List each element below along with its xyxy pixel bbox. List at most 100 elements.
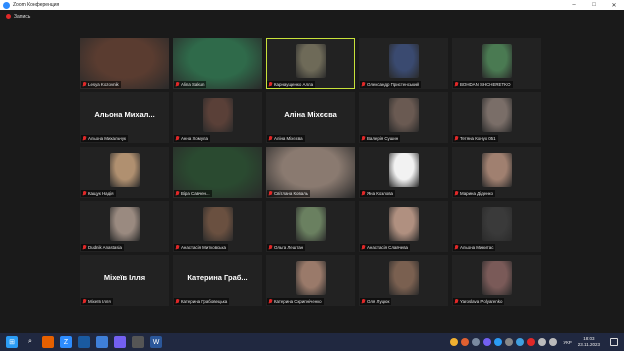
participant-video [481, 98, 512, 133]
tray-icon[interactable] [494, 338, 503, 346]
volume-icon[interactable] [549, 338, 558, 346]
participant-tile[interactable]: Alina Sakun [173, 38, 262, 89]
tray-icon[interactable] [483, 338, 492, 346]
mic-muted-icon [362, 82, 365, 87]
participant-name-bar: Оля Луцюк [360, 298, 392, 305]
app-icon[interactable] [132, 336, 144, 348]
participant-tile[interactable]: Аліна Міхєєва Аліна Міхєєва [266, 92, 355, 144]
participant-tile[interactable]: Альона Михал... Альона Михальчук [80, 92, 169, 144]
notification-icon[interactable] [610, 338, 618, 346]
mic-muted-icon [176, 82, 179, 87]
participant-tile[interactable]: Катерина Скрипніченко [266, 255, 355, 306]
participant-name-bar: Lesya Kozovnik [81, 81, 121, 88]
participant-tile[interactable]: Yaroslava Polyarenko [452, 255, 541, 306]
maximize-icon[interactable]: □ [584, 0, 604, 10]
mic-muted-icon [455, 244, 458, 250]
meeting-toolbar: Запись [0, 10, 624, 23]
app-icon[interactable] [96, 336, 108, 348]
participant-name: Яна Козлова [367, 190, 393, 196]
zoom-icon[interactable]: Z [60, 336, 72, 348]
participant-name: Катерина Грабовецька [181, 299, 228, 304]
tray-icon[interactable] [472, 338, 481, 346]
participant-video [481, 44, 512, 78]
mic-muted-icon [362, 190, 365, 196]
participant-name: Кащук Надія [88, 190, 114, 196]
participant-tile[interactable]: Міхеїв Ілля Міхеїв Ілля [80, 255, 169, 306]
recording-label: Запись [14, 13, 31, 20]
participant-name: Валерія Сушин [367, 136, 399, 142]
participant-name-bar: Alina Sakun [174, 81, 207, 88]
participant-display-name: Катерина Граб... [187, 273, 248, 282]
tray-icon[interactable] [450, 338, 459, 346]
participant-tile[interactable]: Анастасія Митковська [173, 200, 262, 252]
participant-tile[interactable]: Тетяна Конух 051 [452, 92, 541, 144]
minimize-icon[interactable]: – [564, 0, 584, 10]
participant-tile[interactable]: Альона Микитас [452, 200, 541, 252]
participant-name: Анастасія Славчева [367, 244, 408, 250]
app-icon[interactable] [78, 336, 90, 348]
participant-video [109, 206, 140, 241]
participant-name-bar: Катерина Скрипніченко [267, 298, 324, 305]
participant-tile[interactable]: Lesya Kozovnik [80, 38, 169, 89]
search-icon[interactable]: ⌕ [24, 336, 36, 348]
windows-start-icon[interactable]: ⊞ [6, 336, 18, 348]
mic-muted-icon [269, 136, 272, 141]
participant-name: Віра Савчен... [181, 190, 210, 196]
mic-muted-icon [362, 244, 365, 250]
mic-muted-icon [455, 190, 458, 196]
tray-icon[interactable] [505, 338, 514, 346]
mic-muted-icon [176, 190, 179, 196]
participant-video [109, 152, 140, 187]
participant-name: Оля Луцюк [367, 299, 390, 304]
participant-name-bar: Катерина Грабовецька [174, 298, 230, 305]
participant-tile[interactable]: Марина Діденко [452, 146, 541, 198]
record-icon [6, 14, 11, 19]
word-icon[interactable]: W [150, 336, 162, 348]
participant-tile[interactable]: Яна Козлова [359, 146, 448, 198]
system-tray: УКР 18:03 23.11.2023 [447, 333, 624, 351]
mic-muted-icon [269, 190, 272, 196]
wifi-icon[interactable] [538, 338, 547, 346]
participant-name-bar: Аліна Міхєєва [267, 135, 305, 143]
participant-name-bar: BOHDAN SHCHERETKO [453, 81, 513, 88]
language-indicator[interactable]: УКР [563, 340, 571, 345]
participant-name-bar: Dudnik Anastasia [81, 243, 124, 251]
participant-name-bar: Марина Діденко [453, 189, 495, 197]
participant-tile[interactable]: BOHDAN SHCHERETKO [452, 38, 541, 89]
participant-tile[interactable]: Анна Хомула [173, 92, 262, 144]
participant-name: Катерина Скрипніченко [274, 299, 322, 304]
participant-video [388, 44, 419, 78]
viber-icon[interactable] [114, 336, 126, 348]
participant-video [388, 152, 419, 187]
window-titlebar: Zoom Конференция – □ ✕ [0, 0, 624, 10]
participant-name: Міхеїв Ілля [88, 299, 111, 304]
participant-name: Олександр Пристенський [367, 82, 420, 87]
firefox-icon[interactable] [42, 336, 54, 348]
mic-muted-icon [83, 244, 86, 250]
tray-icon[interactable] [461, 338, 470, 346]
participant-tile[interactable]: Ольга Лештан [266, 200, 355, 252]
participant-name-bar: Тетяна Конух 051 [453, 135, 498, 143]
participant-tile[interactable]: Карнаущенко Алла [266, 38, 355, 89]
participant-name-bar: Кащук Надія [81, 189, 116, 197]
mic-muted-icon [176, 244, 179, 250]
participant-tile[interactable]: Оля Луцюк [359, 255, 448, 306]
participant-tile[interactable]: Анастасія Славчева [359, 200, 448, 252]
participant-tile[interactable]: Віра Савчен... [173, 146, 262, 198]
participant-tile[interactable]: Катерина Граб... Катерина Грабовецька [173, 255, 262, 306]
participant-name: Тетяна Конух 051 [460, 136, 496, 142]
tray-icon[interactable] [527, 338, 536, 346]
participant-name-bar: Альона Микитас [453, 243, 496, 251]
participant-tile[interactable]: Олександр Пристенський [359, 38, 448, 89]
clock[interactable]: 18:03 23.11.2023 [578, 336, 600, 348]
participant-tile[interactable]: Dudnik Anastasia [80, 200, 169, 252]
participant-video [295, 44, 326, 78]
tray-icon[interactable] [516, 338, 525, 346]
participant-tile[interactable]: Світлана Коваль [266, 146, 355, 198]
close-icon[interactable]: ✕ [604, 0, 624, 10]
participant-tile[interactable]: Валерія Сушин [359, 92, 448, 144]
recording-indicator[interactable]: Запись [6, 14, 30, 20]
mic-muted-icon [362, 136, 365, 141]
participant-tile[interactable]: Кащук Надія [80, 146, 169, 198]
windows-taskbar: ⊞ ⌕ Z W УКР 18:03 23.11.2023 [0, 333, 624, 351]
